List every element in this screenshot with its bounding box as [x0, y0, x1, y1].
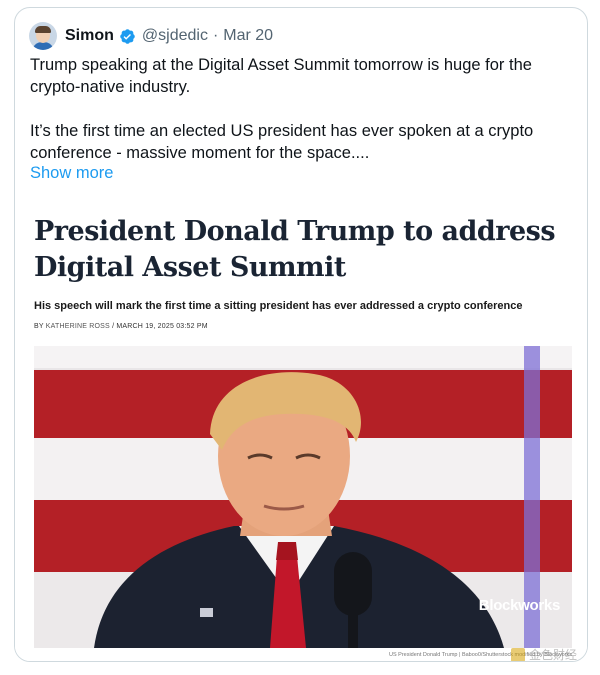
byline-prefix: BY [34, 323, 44, 330]
avatar[interactable] [29, 22, 57, 50]
tweet-paragraph-1: Trump speaking at the Digital Asset Summ… [30, 56, 532, 96]
tweet-date[interactable]: Mar 20 [223, 27, 273, 45]
article-photo: Blockworks [34, 346, 572, 648]
article-preview-image[interactable]: President Donald Trump to address Digita… [15, 196, 587, 661]
tweet-card[interactable]: Simon @sjdedic · Mar 20 Trump speaking a… [14, 7, 588, 662]
tweet-paragraph-2: It’s the first time an elected US presid… [30, 122, 534, 162]
logo-square-icon [510, 647, 525, 661]
tweet-text: Trump speaking at the Digital Asset Summ… [30, 54, 575, 164]
byline-separator: / [112, 323, 115, 330]
tweet-header: Simon @sjdedic · Mar 20 [29, 20, 273, 52]
corner-logo-text: 金色财经 [528, 648, 577, 661]
article-title: President Donald Trump to address Digita… [34, 216, 556, 283]
photo-watermark: Blockworks [478, 597, 561, 614]
author-name[interactable]: Simon [65, 27, 114, 45]
verified-badge-icon [120, 28, 135, 44]
corner-logo: 金色财经 [510, 646, 577, 661]
author-handle[interactable]: @sjdedic [142, 27, 208, 45]
show-more-link[interactable]: Show more [30, 164, 113, 183]
article-byline: BY KATHERINE ROSS / MARCH 19, 2025 03:52… [34, 323, 208, 330]
byline-author: KATHERINE ROSS [45, 323, 110, 330]
byline-timestamp: MARCH 19, 2025 03:52 PM [116, 323, 208, 330]
article-subtitle: His speech will mark the first time a si… [34, 300, 523, 312]
separator-dot: · [212, 27, 219, 44]
photo-caption: US President Donald Trump | Baboo0/Shutt… [388, 652, 572, 658]
